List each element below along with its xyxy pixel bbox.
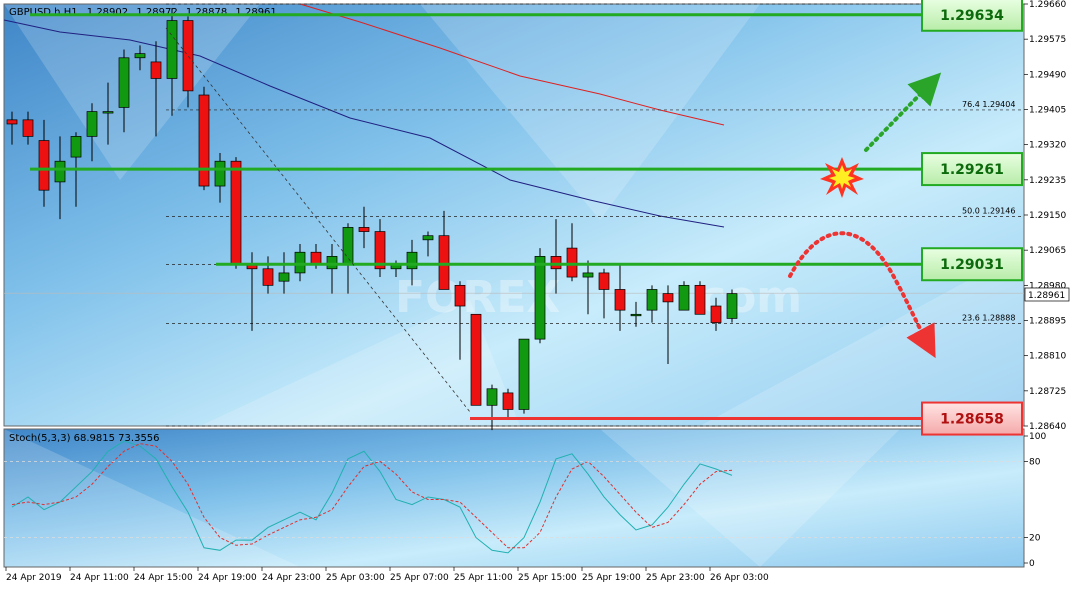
badge-label: 1.29261 xyxy=(940,162,1004,178)
x-tick-label: 24 Apr 2019 xyxy=(6,573,62,583)
current-price-tag: 1.28961 xyxy=(1024,287,1070,302)
bullish-candle xyxy=(54,160,66,183)
bearish-candle xyxy=(470,313,482,406)
x-tick-label: 24 Apr 23:00 xyxy=(262,573,321,583)
bearish-candle xyxy=(150,61,162,79)
bullish-candle xyxy=(422,235,434,241)
resistance-badge[interactable]: 1.29261 xyxy=(921,152,1023,187)
badge-label: 1.28658 xyxy=(940,412,1004,428)
y-tick-label: 1.28725 xyxy=(1029,387,1066,397)
bullish-candle xyxy=(102,111,114,114)
bearish-candle xyxy=(22,119,34,137)
support-badge[interactable]: 1.28658 xyxy=(921,401,1023,436)
bullish-candle xyxy=(70,136,82,158)
bullish-candle xyxy=(406,251,418,270)
bearish-candle xyxy=(262,268,274,286)
badge-label: 1.29634 xyxy=(940,8,1004,24)
x-tick-label: 25 Apr 19:00 xyxy=(582,573,641,583)
bullish-candle xyxy=(134,53,146,59)
y-tick-label: 1.29235 xyxy=(1029,176,1066,186)
bullish-candle xyxy=(86,111,98,137)
bullish-candle xyxy=(278,272,290,282)
bullish-candle xyxy=(646,289,658,311)
chart-header: GBPUSD.h,H1 1.28902 1.28972 1.28878 1.28… xyxy=(9,7,277,18)
chart-canvas[interactable]: FOREX com GBPUSD.h,H1 1.28902 1.28972 1.… xyxy=(0,0,1071,588)
x-tick-label: 25 Apr 07:00 xyxy=(390,573,449,583)
chart-window: FOREX com GBPUSD.h,H1 1.28902 1.28972 1.… xyxy=(0,0,1071,588)
bullish-candle xyxy=(118,57,130,108)
x-tick-label: 25 Apr 15:00 xyxy=(518,573,577,583)
bullish-candle xyxy=(518,338,530,410)
x-tick-label: 25 Apr 03:00 xyxy=(326,573,385,583)
bearish-candle xyxy=(662,293,674,303)
fib-level-label: 23.6 1.28888 xyxy=(962,313,1015,322)
bullish-candle xyxy=(214,160,226,187)
bearish-candle xyxy=(550,256,562,270)
bearish-candle xyxy=(198,94,210,187)
bearish-candle xyxy=(566,247,578,278)
x-tick-label: 26 Apr 03:00 xyxy=(710,573,769,583)
bearish-candle xyxy=(694,284,706,315)
x-tick-label: 24 Apr 11:00 xyxy=(70,573,129,583)
y-tick-label: 1.29320 xyxy=(1029,141,1066,151)
bullish-candle xyxy=(534,256,546,340)
bearish-candle xyxy=(454,284,466,307)
y-tick-label: 1.29575 xyxy=(1029,35,1066,45)
x-tick-label: 24 Apr 15:00 xyxy=(134,573,193,583)
bullish-candle xyxy=(582,272,594,278)
bearish-candle xyxy=(502,392,514,410)
badge-label: 1.29031 xyxy=(940,257,1004,273)
bullish-candle xyxy=(342,227,354,265)
y-tick-label: 1.29150 xyxy=(1029,211,1066,221)
bullish-candle xyxy=(678,284,690,311)
header-close: 1.28961 xyxy=(235,7,276,18)
bearish-candle xyxy=(230,160,242,265)
bullish-candle xyxy=(630,313,642,317)
bearish-candle xyxy=(614,289,626,311)
y-tick-label: 1.28640 xyxy=(1029,422,1066,432)
fib-level-label: 50.0 1.29146 xyxy=(962,207,1015,216)
bearish-candle xyxy=(710,305,722,323)
bearish-candle xyxy=(182,20,194,92)
bearish-candle xyxy=(598,272,610,290)
y-tick-label: 1.29660 xyxy=(1029,0,1066,10)
y-tick-label: 1.29065 xyxy=(1029,246,1066,256)
fib-level-label: 76.4 1.29404 xyxy=(962,100,1015,109)
bullish-candle xyxy=(726,293,738,319)
stoch-tick-label: 0 xyxy=(1029,559,1035,569)
x-tick-label: 25 Apr 11:00 xyxy=(454,573,513,583)
x-tick-label: 24 Apr 19:00 xyxy=(198,573,257,583)
stoch-tick-label: 100 xyxy=(1029,432,1046,442)
bearish-candle xyxy=(38,140,50,191)
bullish-candle xyxy=(166,20,178,79)
resistance-badge[interactable]: 1.29031 xyxy=(921,247,1023,282)
bullish-candle xyxy=(486,388,498,406)
header-open: 1.28902 xyxy=(87,7,128,18)
header-high: 1.28972 xyxy=(136,7,177,18)
stoch-header: Stoch(5,3,3) 68.9815 73.3556 xyxy=(9,433,160,444)
bullish-candle xyxy=(294,251,306,274)
bearish-candle xyxy=(438,235,450,290)
x-tick-label: 25 Apr 23:00 xyxy=(646,573,705,583)
stoch-tick-label: 20 xyxy=(1029,534,1041,544)
bullish-candle xyxy=(326,256,338,270)
bearish-candle xyxy=(6,119,18,125)
y-tick-label: 1.29490 xyxy=(1029,70,1066,80)
header-low: 1.28878 xyxy=(186,7,227,18)
y-tick-label: 1.29405 xyxy=(1029,106,1066,116)
bearish-candle xyxy=(358,227,370,232)
header-symbol: GBPUSD.h,H1 xyxy=(9,7,78,18)
y-tick-label: 1.28810 xyxy=(1029,352,1066,362)
current-price-label: 1.28961 xyxy=(1028,291,1065,301)
y-tick-label: 1.28895 xyxy=(1029,317,1066,327)
stoch-tick-label: 80 xyxy=(1029,457,1041,467)
resistance-badge[interactable]: 1.29634 xyxy=(921,0,1023,32)
